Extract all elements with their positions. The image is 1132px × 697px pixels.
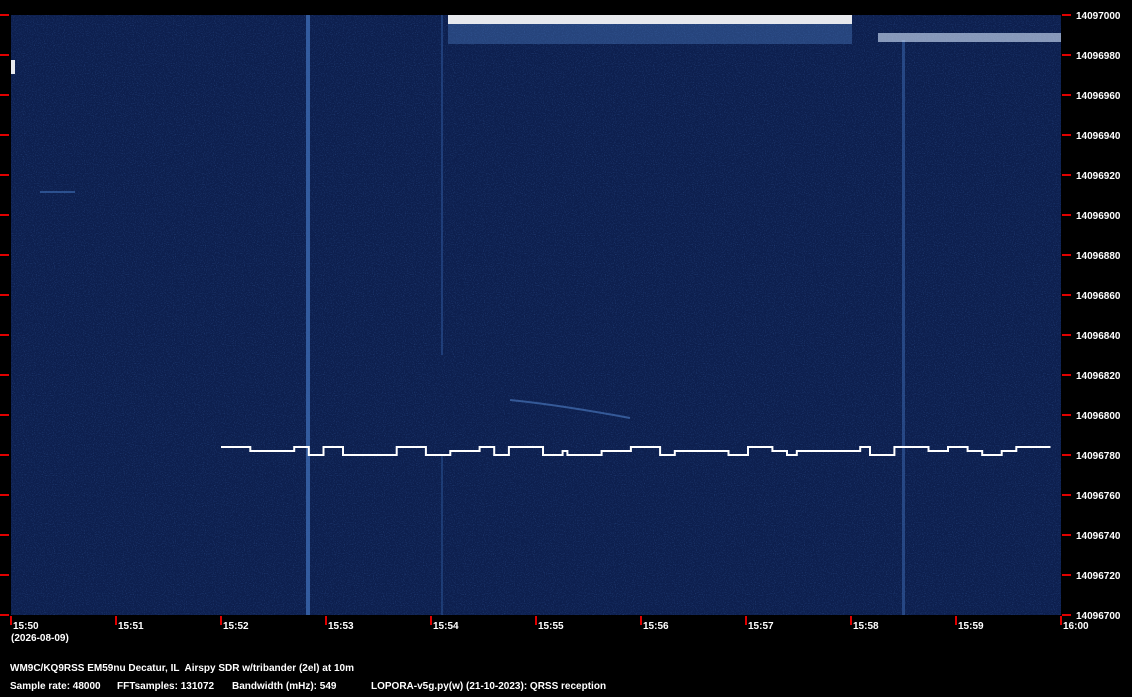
station-info: WM9C/KQ9RSS EM59nu Decatur, IL Airspy SD… [10,663,354,674]
x-tick-mark [1060,616,1062,625]
y-tick-mark-left [0,574,9,576]
vertical-streak [441,15,443,355]
y-tick-mark-right [1062,134,1071,136]
x-tick-label: 15:53 [328,621,354,632]
y-tick-label: 14096740 [1076,531,1121,542]
y-tick-label: 14096940 [1076,131,1121,142]
y-tick-mark-right [1062,614,1071,616]
y-tick-mark-left [0,454,9,456]
bandwidth: Bandwidth (mHz): 549 [232,681,337,692]
y-tick-mark-left [0,334,9,336]
noise-spot [40,191,75,193]
carrier-band [878,33,1061,42]
y-tick-mark-right [1062,214,1071,216]
carrier-band [448,15,852,24]
y-tick-label: 14096920 [1076,171,1121,182]
y-tick-label: 14096800 [1076,411,1121,422]
y-tick-label: 14096900 [1076,211,1121,222]
y-tick-label: 14096980 [1076,51,1121,62]
x-tick-label: 15:52 [223,621,249,632]
y-tick-mark-right [1062,334,1071,336]
vertical-streak [441,455,443,615]
y-tick-mark-left [0,54,9,56]
x-tick-label: 15:55 [538,621,564,632]
y-tick-label: 14096780 [1076,451,1121,462]
y-tick-mark-left [0,614,9,616]
y-tick-mark-left [0,374,9,376]
y-tick-mark-left [0,174,9,176]
x-tick-mark [10,616,12,625]
x-tick-label: 15:58 [853,621,879,632]
edge-blip [11,60,15,74]
y-tick-mark-left [0,134,9,136]
y-tick-mark-left [0,254,9,256]
y-tick-mark-right [1062,494,1071,496]
y-tick-mark-right [1062,14,1071,16]
x-tick-mark [955,616,957,625]
vertical-streak [902,40,905,615]
y-tick-label: 14096760 [1076,491,1121,502]
x-tick-mark [640,616,642,625]
y-tick-label: 14096820 [1076,371,1121,382]
y-tick-mark-left [0,534,9,536]
y-tick-label: 14096880 [1076,251,1121,262]
y-tick-mark-right [1062,534,1071,536]
software-version: LOPORA-v5g.py(w) (21-10-2023): QRSS rece… [371,681,607,692]
y-tick-mark-right [1062,374,1071,376]
y-tick-mark-right [1062,54,1071,56]
x-tick-label: 15:51 [118,621,144,632]
carrier-band-fade [448,24,852,44]
x-tick-mark [745,616,747,625]
y-tick-label: 14096960 [1076,91,1121,102]
y-tick-mark-left [0,94,9,96]
vertical-streak [306,15,310,615]
x-tick-mark [115,616,117,625]
y-tick-label: 14097000 [1076,11,1121,22]
x-tick-label: 15:59 [958,621,984,632]
x-tick-label: 16:00 [1063,621,1089,632]
x-tick-label: 15:50 [13,621,39,632]
sample-rate: Sample rate: 48000 [10,681,101,692]
footer-params: Sample rate: 48000 FFTsamples: 131072 Ba… [10,681,1130,695]
y-tick-mark-right [1062,454,1071,456]
y-tick-mark-right [1062,414,1071,416]
x-tick-label: 15:56 [643,621,669,632]
fft-samples: FFTsamples: 131072 [117,681,215,692]
y-tick-label: 14096860 [1076,291,1121,302]
y-tick-mark-left [0,414,9,416]
x-tick-label: 15:54 [433,621,459,632]
y-tick-mark-right [1062,94,1071,96]
y-tick-label: 14096720 [1076,571,1121,582]
y-tick-mark-left [0,214,9,216]
x-tick-mark [430,616,432,625]
waterfall-chart: 14097000 14096980 14096960 14096940 14096920… [0,11,1121,644]
x-tick-mark [850,616,852,625]
y-tick-mark-right [1062,574,1071,576]
x-tick-label: 15:57 [748,621,774,632]
y-tick-mark-left [0,14,9,16]
x-tick-mark [220,616,222,625]
y-tick-mark-right [1062,294,1071,296]
date-label: (2026-08-09) [11,633,69,644]
y-tick-mark-right [1062,254,1071,256]
y-tick-mark-right [1062,174,1071,176]
y-tick-mark-left [0,294,9,296]
y-tick-mark-left [0,494,9,496]
x-tick-mark [325,616,327,625]
x-tick-mark [535,616,537,625]
y-tick-label: 14096840 [1076,331,1121,342]
x-axis: 15:50 15:51 15:52 15:53 15:54 15:55 15:56 15:57… [10,616,1089,632]
